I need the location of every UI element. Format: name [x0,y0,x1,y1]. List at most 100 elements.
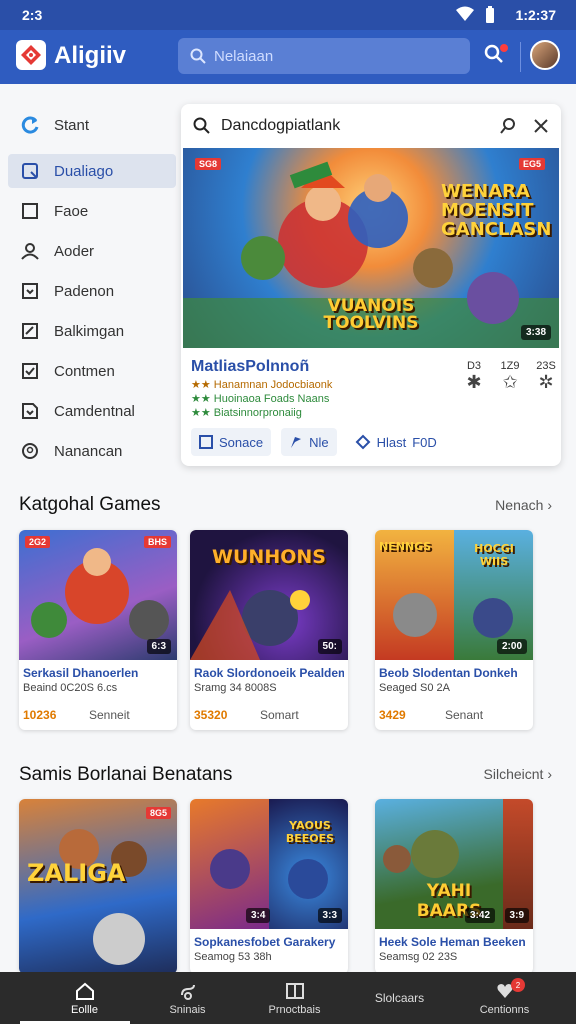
sidebar-item-nanancan[interactable]: Nanancan [8,434,176,468]
nle-button[interactable]: Nle [281,428,337,456]
sidebar-item-label: Nanancan [54,442,123,460]
card-subtitle: Beaind 0C20S 6.cs [23,682,118,694]
document-icon [20,161,40,181]
more-label: Silcheicnt [483,766,544,782]
card-banner: YAOUS BEEOES [285,819,335,845]
featured-query[interactable]: Dancdogpiatlank [221,117,489,135]
checkbox-icon [20,361,40,381]
card-title: Serkasil Dhanoerlen [23,666,139,680]
wifi-icon [456,6,474,21]
action-label: Hlast [376,434,407,450]
hlast-button[interactable]: Hlast F0D [347,428,445,456]
chevron-right-icon: › [547,497,552,513]
search-bar[interactable] [178,38,470,74]
nav-item-sninais[interactable]: Sninais [130,972,245,1024]
sidebar-item-label: Balkimgan [54,322,125,340]
magnifier-icon[interactable] [499,117,517,135]
nav-label: Sninais [169,1003,206,1016]
game-card[interactable]: YAOUS BEEOES 3:4 3:3 Sopkanesfobet Garak… [190,799,348,974]
card-duration: 3:3 [317,908,342,923]
featured-hero-image[interactable]: SG8 EG5 WENARA MOENSIT GANCLASN VUANOIS … [183,148,559,348]
gear-icon: ✱ [466,372,482,392]
square-icon [20,201,40,221]
tag-icon [355,434,371,450]
card-subtitle: Sramg 34 8008S [194,682,277,694]
avatar[interactable] [530,40,560,70]
sidebar-item-balkimgan[interactable]: Balkimgan [8,314,176,348]
hero-title-bottom: VUANOIS TOOLVINS [323,296,419,333]
game-card[interactable]: YAHI BAARS 3:42 3:9 Heek Sole Heman Beek… [375,799,533,974]
notification-dot [500,44,508,52]
stat-item[interactable]: 23S ✲ [535,360,557,392]
section-title: Samis Borlanai Benatans [19,764,233,785]
chevron-right-icon: › [547,766,552,782]
search-input[interactable] [214,47,434,65]
nav-label: Eollle [71,1003,98,1016]
meta-line: Huoinaoa Foads Naans [213,393,330,405]
refresh-icon [20,115,40,135]
app-logo-icon[interactable] [16,40,46,70]
sidebar-item-faoe[interactable]: Faoe [8,194,176,228]
sidebar-item-label: Stant [54,116,90,134]
sidebar-item-label: Camdentnal [54,402,135,420]
stat-item[interactable]: 1Z9 ✩ [499,360,521,392]
card-title: Sopkanesfobet Garakery [194,935,336,949]
card-badge: BHS [143,536,171,548]
game-thumbnail: ZALIGA 8G5 [19,799,177,974]
sidebar-item-camdentnal[interactable]: Camdentnal [8,394,176,428]
download-icon [20,281,40,301]
card-price: Senneit [89,708,130,722]
sonace-button[interactable]: Sonace [191,428,272,456]
card-duration: 50: [317,639,342,654]
battery-icon [486,6,494,23]
nav-item-centionns[interactable]: Centionns 2 [447,972,562,1024]
home-icon [75,982,94,1000]
location-icon [20,441,40,461]
hero-duration-badge: 3:38 [520,325,551,340]
game-thumbnail: 2G2 BHS 6:3 [19,530,177,660]
divider [520,42,521,72]
nav-item-home[interactable]: Eollle [27,972,142,1024]
card-title: Heek Sole Heman Beeken [379,935,526,949]
status-clock: 1:2:37 [515,7,556,23]
sidebar-item-label: Aoder [54,242,95,260]
sidebar-item-dualiago[interactable]: Dualiago [8,154,176,188]
section-more-link[interactable]: Silcheicnt › [484,766,552,782]
hero-badge-left: SG8 [195,158,222,170]
card-rating: 10236 [23,708,57,722]
card-banner: NENNGS [379,540,432,553]
featured-title[interactable]: MatliasPolnnoñ [191,358,309,376]
sidebar-item-start[interactable]: Stant [8,108,176,142]
doc-download-icon [20,401,40,421]
close-icon[interactable] [533,118,549,134]
sidebar-item-label: Contmen [54,362,115,380]
action-label: Sonace [219,434,264,450]
sidebar-item-contmen[interactable]: Contmen [8,354,176,388]
card-subtitle: Seamog 53 38h [194,951,272,963]
featured-search[interactable]: Dancdogpiatlank [181,104,561,148]
action-label: Nle [309,434,329,450]
nav-item-prnoctbais[interactable]: Prnoctbais [237,972,352,1024]
game-card[interactable]: WUNHONS 50: Raok Slordonoeik Pealdem Sra… [190,530,348,730]
sidebar-item-padenon[interactable]: Padenon [8,274,176,308]
section-more-link[interactable]: Nenach › [495,497,552,513]
sidebar-item-aoder[interactable]: Aoder [8,234,176,268]
game-thumbnail: YAHI BAARS 3:42 3:9 [375,799,533,929]
system-icons [456,6,496,24]
card-price: Somart [260,708,299,722]
bottom-navigation: Eollle Sninais Prnoctbais Slolcaars Cent… [0,972,576,1024]
card-duration: 2:00 [496,639,527,654]
game-card[interactable]: NENNGS HOCGI WIIS 2:00 Beob Slodentan Do… [375,530,533,730]
stat-item[interactable]: D3 ✱ [463,360,485,392]
card-rating: 3429 [379,708,406,722]
game-card[interactable]: 2G2 BHS 6:3 Serkasil Dhanoerlen Beaind 0… [19,530,177,730]
hero-title-right: WENARA MOENSIT GANCLASN [441,181,552,240]
nav-item-slolcaars[interactable]: Slolcaars [342,972,457,1024]
nav-label: Slolcaars [374,991,425,1005]
search-icon [190,48,206,64]
sidebar-item-label: Padenon [54,282,115,300]
card-badge: 2G2 [25,536,51,548]
game-card[interactable]: ZALIGA 8G5 [19,799,177,974]
section-title: Katgohal Games [19,494,161,515]
card-banner: HOCGI WIIS [474,542,514,568]
